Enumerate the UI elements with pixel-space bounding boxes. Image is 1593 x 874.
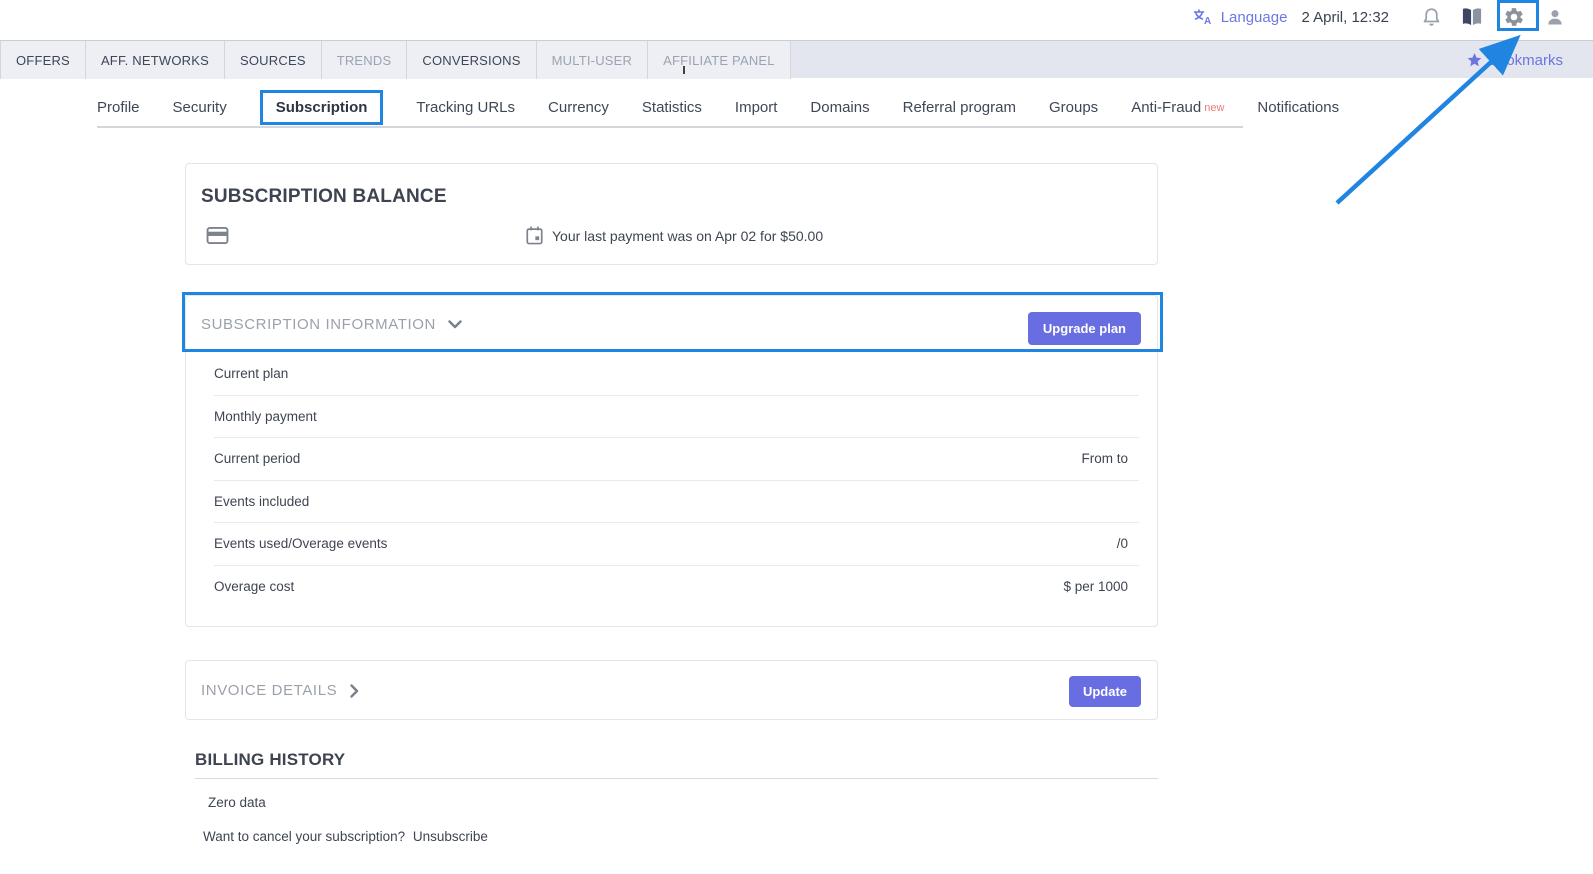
nav-tab-aff-networks[interactable]: AFF. NETWORKS: [85, 41, 225, 79]
row-events-included: Events included: [186, 481, 1157, 523]
tab-notifications[interactable]: Notifications: [1257, 99, 1339, 116]
cancel-subscription-line: Want to cancel your subscription? Unsubs…: [203, 829, 1158, 844]
new-badge: new: [1204, 101, 1225, 114]
chevron-down-icon: [448, 320, 462, 329]
row-value: /0: [1116, 536, 1128, 551]
tab-currency[interactable]: Currency: [548, 99, 609, 116]
row-value: From to: [1081, 451, 1128, 466]
row-label: Monthly payment: [214, 408, 317, 424]
row-events-used: Events used/Overage events /0: [186, 523, 1157, 566]
credit-card-icon: [206, 226, 229, 250]
billing-history-title: BILLING HISTORY: [195, 750, 346, 769]
tab-import[interactable]: Import: [735, 99, 778, 116]
tab-anti-fraud[interactable]: Anti-Fraud new: [1131, 99, 1224, 116]
calendar-icon: [526, 226, 543, 245]
subscription-information-card: SUBSCRIPTION INFORMATION Upgrade plan Cu…: [185, 295, 1158, 627]
unsubscribe-link[interactable]: Unsubscribe: [413, 829, 488, 844]
subscription-information-title-text: SUBSCRIPTION INFORMATION: [201, 316, 436, 333]
top-bar-actions: A Language 2 April, 12:32: [1191, 0, 1567, 34]
last-payment: Your last payment was on Apr 02 for $50.…: [526, 226, 823, 245]
top-bar: A Language 2 April, 12:32: [0, 0, 1593, 40]
language-label: Language: [1220, 8, 1288, 26]
tab-statistics[interactable]: Statistics: [642, 99, 702, 116]
nav-tab-affiliate-panel[interactable]: AFFILIATE PANEL: [648, 41, 791, 79]
nav-tab-sources[interactable]: SOURCES: [225, 41, 322, 79]
datetime-label: 2 April, 12:32: [1301, 8, 1389, 26]
tab-anti-fraud-label: Anti-Fraud: [1131, 98, 1202, 116]
page: A Language 2 April, 12:32 OFFERS AFF. NE…: [0, 0, 1593, 874]
row-label: Current period: [214, 451, 301, 466]
billing-history-empty-text: Zero data: [208, 795, 266, 810]
tab-referral-program[interactable]: Referral program: [903, 99, 1016, 116]
row-label: Events used/Overage events: [214, 536, 388, 551]
last-payment-text: Your last payment was on Apr 02 for $50.…: [552, 227, 824, 244]
subscription-balance-row: Your last payment was on Apr 02 for $50.…: [201, 226, 1141, 248]
main-nav-band: OFFERS AFF. NETWORKS SOURCES TRENDS CONV…: [0, 40, 1593, 79]
nav-tab-conversions[interactable]: CONVERSIONS: [407, 41, 537, 79]
subscription-balance-title: SUBSCRIPTION BALANCE: [201, 186, 447, 207]
invoice-details-title-text: INVOICE DETAILS: [201, 682, 338, 699]
clipped-text-fragment: [683, 66, 685, 74]
tab-domains[interactable]: Domains: [810, 99, 869, 116]
tab-security[interactable]: Security: [173, 99, 227, 116]
nav-tab-multi-user[interactable]: MULTI-USER: [536, 41, 649, 79]
tab-tracking-urls[interactable]: Tracking URLs: [416, 99, 515, 116]
tab-groups[interactable]: Groups: [1049, 99, 1098, 116]
docs-book-icon[interactable]: [1460, 5, 1484, 29]
translate-icon: A: [1191, 5, 1215, 29]
tab-subscription[interactable]: Subscription: [259, 89, 384, 125]
settings-gear-icon[interactable]: [1502, 5, 1526, 29]
row-label: Overage cost: [214, 578, 295, 594]
invoice-details-card: INVOICE DETAILS Update: [185, 660, 1158, 720]
star-icon: [1467, 53, 1482, 67]
user-profile-icon[interactable]: [1543, 5, 1567, 29]
settings-tabs: Profile Security Subscription Tracking U…: [97, 88, 1339, 128]
svg-text:A: A: [1204, 16, 1211, 25]
row-current-period: Current period From to: [186, 438, 1157, 481]
tab-profile[interactable]: Profile: [97, 99, 140, 116]
subscription-information-title: SUBSCRIPTION INFORMATION: [201, 316, 462, 333]
row-monthly-payment: Monthly payment: [186, 396, 1157, 438]
bookmarks-label: Bookmarks: [1487, 51, 1563, 69]
bookmarks-link[interactable]: Bookmarks: [1467, 41, 1563, 79]
invoice-details-header[interactable]: INVOICE DETAILS: [201, 682, 359, 699]
language-selector[interactable]: A Language: [1191, 5, 1288, 29]
subscription-information-header[interactable]: SUBSCRIPTION INFORMATION Upgrade plan: [186, 296, 1157, 353]
row-value: $ per 1000: [1063, 578, 1128, 594]
nav-tab-offers[interactable]: OFFERS: [0, 41, 86, 79]
row-label: Current plan: [214, 366, 289, 381]
upgrade-plan-button[interactable]: Upgrade plan: [1027, 312, 1141, 345]
row-overage-cost: Overage cost $ per 1000: [186, 566, 1157, 609]
cancel-question-text: Want to cancel your subscription?: [203, 829, 406, 844]
row-current-plan: Current plan: [186, 353, 1157, 396]
billing-history-section: BILLING HISTORY Zero data Want to cancel…: [195, 750, 1158, 844]
notifications-bell-icon[interactable]: [1419, 5, 1443, 29]
billing-history-divider: [195, 778, 1158, 779]
main-nav-tabs: OFFERS AFF. NETWORKS SOURCES TRENDS CONV…: [0, 41, 791, 79]
subscription-information-rows: Current plan Monthly payment Current per…: [186, 353, 1157, 608]
update-button[interactable]: Update: [1068, 676, 1141, 707]
nav-tab-trends[interactable]: TRENDS: [321, 41, 408, 79]
row-label: Events included: [214, 493, 310, 509]
chevron-right-icon: [350, 683, 359, 698]
subscription-balance-card: SUBSCRIPTION BALANCE Your last payment w…: [185, 163, 1158, 265]
